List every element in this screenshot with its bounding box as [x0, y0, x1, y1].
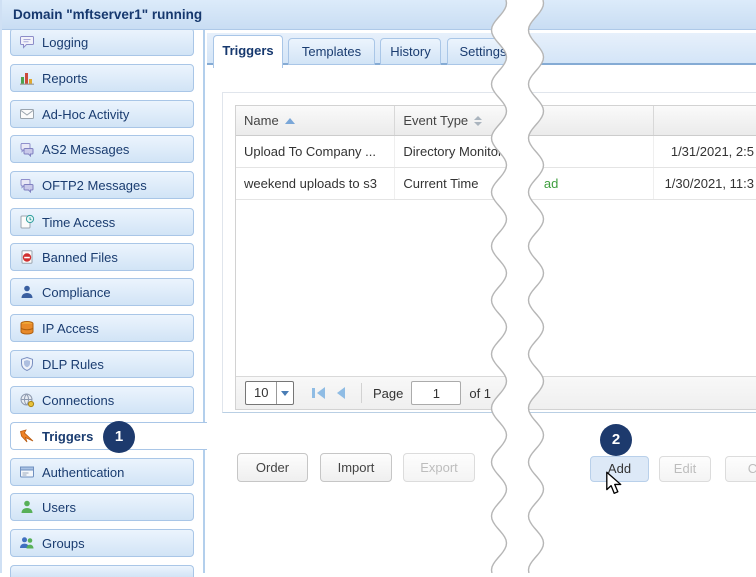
import-button[interactable]: Import [320, 453, 392, 482]
messages-icon [19, 177, 35, 193]
bar-chart-icon [19, 70, 35, 86]
tab-strip: Triggers Templates History Settings [207, 33, 756, 65]
triggers-table: Name Event Type Upload To Company ... Di… [235, 105, 756, 410]
table-row[interactable]: weekend uploads to s3 Current Time ad 1/… [236, 168, 756, 200]
sidebar-item-label: Time Access [42, 215, 115, 230]
order-button[interactable]: Order [237, 453, 308, 482]
tab-settings[interactable]: Settings [447, 38, 519, 65]
sidebar-item-authentication[interactable]: Authentication [10, 458, 194, 486]
tab-templates[interactable]: Templates [288, 38, 375, 65]
table-row[interactable]: Upload To Company ... Directory Monitor … [236, 136, 756, 168]
sidebar-item-label: Ad-Hoc Activity [42, 107, 129, 122]
sidebar-item-label: Triggers [42, 429, 93, 444]
cell-name: Upload To Company ... [236, 136, 395, 167]
pagination-bar: 10 Page of 1 [236, 376, 756, 409]
flame-icon [19, 428, 35, 444]
sidebar: Logging Reports Ad-Hoc Activity AS2 Mess… [0, 30, 205, 573]
window-title: Domain "mftserver1" running [0, 0, 756, 30]
sidebar-item-logging[interactable]: Logging [10, 28, 194, 56]
sidebar-item-label: OFTP2 Messages [42, 178, 147, 193]
speech-bubble-icon [19, 34, 35, 50]
edit-button[interactable]: Edit [659, 456, 711, 482]
tab-triggers[interactable]: Triggers [213, 35, 283, 68]
page-label: Page [373, 386, 403, 401]
cell-date: 1/31/2021, 2:5 [654, 136, 756, 167]
sidebar-item-oftp2-messages[interactable]: OFTP2 Messages [10, 171, 194, 199]
cell-extra [520, 136, 655, 167]
cell-event-type: Current Time [395, 168, 520, 199]
cell-date: 1/30/2021, 11:3 [654, 168, 756, 199]
step-1-badge: 1 [103, 421, 135, 453]
sidebar-item-dlp-rules[interactable]: DLP Rules [10, 350, 194, 378]
sidebar-item-time-access[interactable]: Time Access [10, 208, 194, 236]
add-button[interactable]: Add [590, 456, 649, 482]
sidebar-item-partial[interactable] [10, 565, 194, 577]
step-2-badge: 2 [600, 424, 632, 456]
sidebar-item-label: Authentication [42, 465, 124, 480]
sort-ascending-icon [285, 118, 295, 124]
export-button[interactable]: Export [403, 453, 475, 482]
sidebar-item-label: Reports [42, 71, 88, 86]
sidebar-item-label: AS2 Messages [42, 142, 129, 157]
globe-icon [19, 392, 35, 408]
sidebar-item-label: Connections [42, 393, 114, 408]
table-header-row: Name Event Type [236, 106, 756, 136]
divider [361, 383, 362, 403]
database-icon [19, 320, 35, 336]
of-pages-label: of 1 [469, 386, 491, 401]
cell-name: weekend uploads to s3 [236, 168, 395, 199]
window-icon [19, 464, 35, 480]
user-group-icon [19, 535, 35, 551]
page-size-select[interactable]: 10 [245, 381, 294, 405]
copy-button[interactable]: Co [725, 456, 756, 482]
tab-history[interactable]: History [380, 38, 441, 65]
sidebar-item-label: Banned Files [42, 250, 118, 265]
page-number-input[interactable] [411, 381, 461, 405]
window-left-border [0, 0, 2, 573]
sidebar-item-reports[interactable]: Reports [10, 64, 194, 92]
clock-document-icon [19, 214, 35, 230]
cell-extra: ad [520, 168, 655, 199]
column-header-3[interactable] [520, 106, 655, 135]
sidebar-item-as2-messages[interactable]: AS2 Messages [10, 135, 194, 163]
cell-event-type: Directory Monitor [395, 136, 520, 167]
sidebar-item-groups[interactable]: Groups [10, 529, 194, 557]
sidebar-item-label: IP Access [42, 321, 99, 336]
sidebar-item-users[interactable]: Users [10, 493, 194, 521]
first-page-button[interactable] [312, 387, 325, 399]
sidebar-item-ip-access[interactable]: IP Access [10, 314, 194, 342]
sidebar-item-label: Logging [42, 35, 88, 50]
sidebar-item-compliance[interactable]: Compliance [10, 278, 194, 306]
column-header-event-type[interactable]: Event Type [395, 106, 520, 135]
column-header-name[interactable]: Name [236, 106, 395, 135]
messages-icon [19, 141, 35, 157]
person-icon [19, 284, 35, 300]
chevron-down-icon [276, 382, 293, 404]
user-icon [19, 499, 35, 515]
sidebar-item-banned-files[interactable]: Banned Files [10, 243, 194, 271]
sidebar-item-label: Users [42, 500, 76, 515]
previous-page-button[interactable] [337, 387, 345, 399]
banned-file-icon [19, 249, 35, 265]
sidebar-item-ad-hoc-activity[interactable]: Ad-Hoc Activity [10, 100, 194, 128]
sidebar-item-label: DLP Rules [42, 357, 104, 372]
sidebar-item-connections[interactable]: Connections [10, 386, 194, 414]
envelope-icon [19, 106, 35, 122]
sort-both-icon [474, 116, 482, 126]
column-header-date[interactable] [654, 106, 756, 135]
sidebar-item-label: Compliance [42, 285, 111, 300]
shield-icon [19, 356, 35, 372]
sidebar-item-label: Groups [42, 536, 85, 551]
